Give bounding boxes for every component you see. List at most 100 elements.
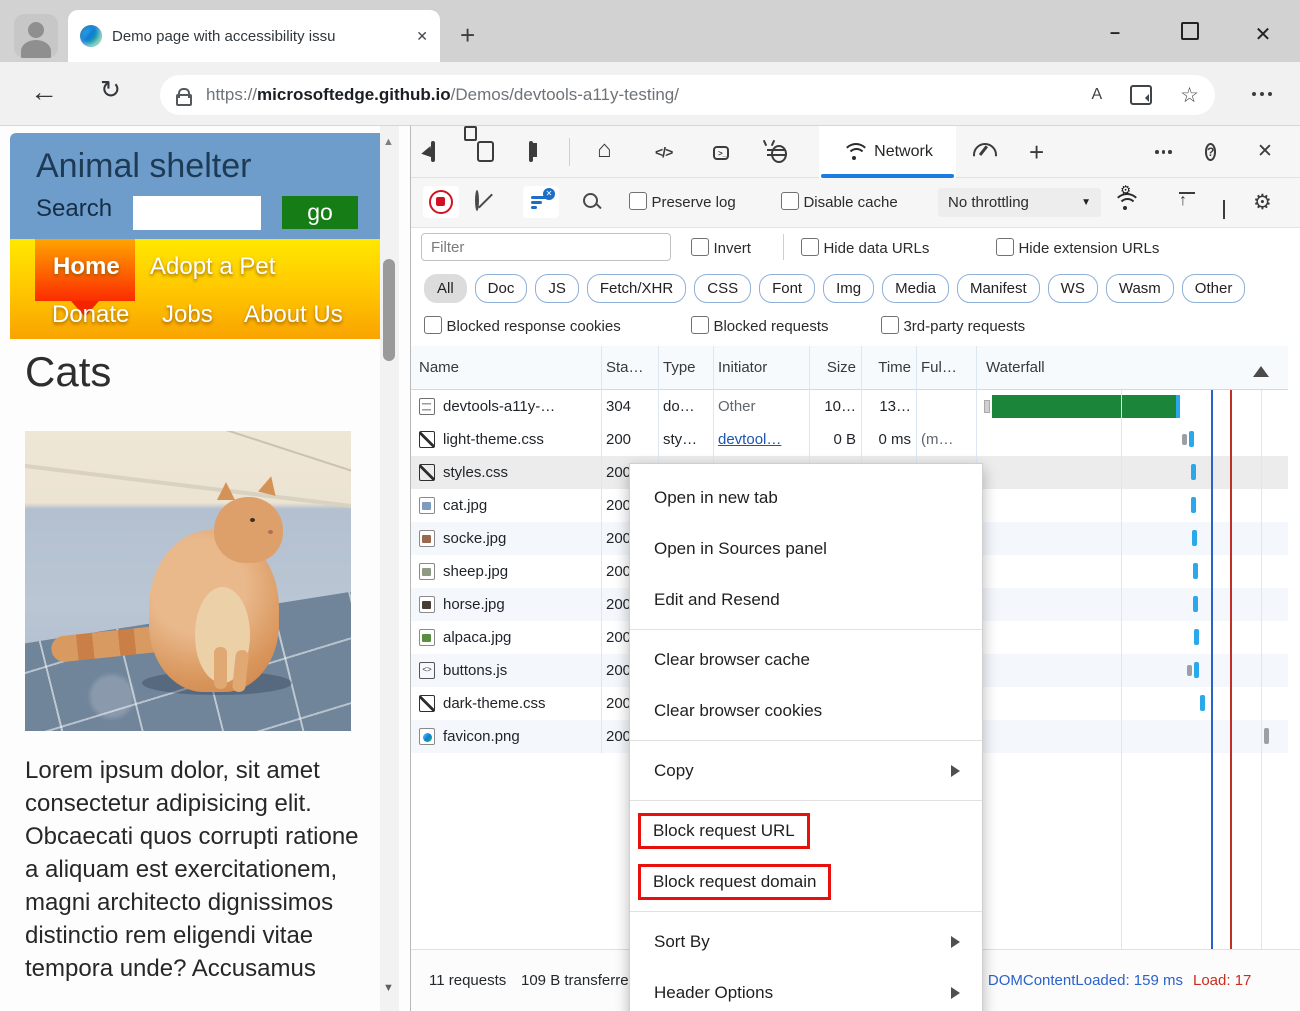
column-header-size[interactable]: Size <box>811 346 856 390</box>
cell-name: light-theme.css <box>443 423 597 456</box>
invert-checkbox[interactable]: Invert <box>691 238 751 258</box>
menu-item-open-in-sources-panel[interactable]: Open in Sources panel <box>630 523 982 574</box>
network-tab-label: Network <box>874 143 933 161</box>
more-tools-icon[interactable] <box>1155 150 1172 154</box>
column-header-waterfall[interactable]: Waterfall <box>986 346 1286 390</box>
search-input[interactable] <box>133 196 261 230</box>
menu-item-clear-browser-cookies[interactable]: Clear browser cookies <box>630 685 982 736</box>
initiator-link[interactable]: devtool… <box>718 431 781 448</box>
record-button[interactable] <box>423 186 459 218</box>
disable-cache-label: Disable cache <box>803 194 897 211</box>
settings-gear-icon[interactable]: ⚙ <box>1253 190 1272 215</box>
close-window-button[interactable]: ✕ <box>1248 22 1278 47</box>
table-row-devtools-a11y[interactable]: devtools-a11y-…304do…Other10…13… <box>411 390 1288 423</box>
menu-item-copy[interactable]: Copy <box>630 745 982 796</box>
scrollbar-thumb[interactable] <box>383 259 395 361</box>
filter-pill-font[interactable]: Font <box>759 274 815 303</box>
tab-close-icon[interactable]: ✕ <box>416 28 428 45</box>
export-har-icon[interactable] <box>1223 200 1225 218</box>
sort-ascending-icon[interactable] <box>1253 358 1269 377</box>
nav-link-donate[interactable]: Donate <box>52 301 129 329</box>
activity-bar-icon[interactable] <box>529 143 533 161</box>
tab-network[interactable]: Network <box>819 126 956 178</box>
back-button[interactable]: ← <box>30 76 58 108</box>
cell-name: favicon.png <box>443 720 597 753</box>
console-panel-icon[interactable]: >_ <box>713 143 729 161</box>
nav-link-about-us[interactable]: About Us <box>244 301 343 329</box>
filter-toggle-button[interactable]: ✕ <box>523 186 559 218</box>
read-aloud-icon[interactable]: A <box>1092 86 1103 104</box>
filter-pill-js[interactable]: JS <box>535 274 579 303</box>
menu-item-clear-browser-cache[interactable]: Clear browser cache <box>630 634 982 685</box>
disable-cache-checkbox[interactable]: Disable cache <box>781 192 898 212</box>
user-avatar[interactable] <box>14 14 58 58</box>
table-row-light-theme-css[interactable]: light-theme.css200sty…devtool…0 B0 ms(m… <box>411 423 1288 456</box>
filter-pill-media[interactable]: Media <box>882 274 949 303</box>
blocked-requests-checkbox[interactable]: Blocked requests <box>691 316 829 336</box>
filter-pill-img[interactable]: Img <box>823 274 874 303</box>
cell-name: buttons.js <box>443 654 597 687</box>
filter-pill-ws[interactable]: WS <box>1048 274 1098 303</box>
page-scrollbar[interactable]: ▲ ▼ <box>380 126 399 1011</box>
column-header-status[interactable]: Sta… <box>606 346 654 390</box>
filter-pill-css[interactable]: CSS <box>694 274 751 303</box>
table-header[interactable]: NameSta…TypeInitiatorSizeTimeFul… Waterfa… <box>411 346 1300 390</box>
filter-pill-all[interactable]: All <box>424 274 467 303</box>
menu-item-block-request-domain[interactable]: Block request domain <box>630 856 982 907</box>
throttling-select[interactable]: No throttling ▼ <box>938 188 1101 217</box>
3rd-party-requests-checkbox[interactable]: 3rd-party requests <box>881 316 1025 336</box>
document-file-icon <box>419 398 435 415</box>
filter-pill-fetch-xhr[interactable]: Fetch/XHR <box>587 274 686 303</box>
filter-input[interactable] <box>421 233 671 261</box>
browser-toolbar: ← ↻ https://microsoftedge.github.io/Demo… <box>0 62 1300 125</box>
nav-link-adopt-a-pet[interactable]: Adopt a Pet <box>150 253 275 281</box>
filter-pill-other[interactable]: Other <box>1182 274 1246 303</box>
column-header-time[interactable]: Time <box>866 346 911 390</box>
close-devtools-icon[interactable]: ✕ <box>1257 140 1273 163</box>
sources-panel-icon[interactable]: </> <box>655 144 672 160</box>
refresh-button[interactable]: ↻ <box>100 75 121 105</box>
hide-data-urls-checkbox[interactable]: Hide data URLs <box>801 238 929 258</box>
waterfall-bar <box>992 395 1176 418</box>
blocked-response-cookies-checkbox[interactable]: Blocked response cookies <box>424 316 621 336</box>
stylesheet-file-icon <box>419 464 435 481</box>
submenu-arrow-icon <box>951 765 966 777</box>
help-icon[interactable]: ? <box>1205 143 1216 161</box>
column-header-full[interactable]: Ful… <box>921 346 973 390</box>
add-panel-icon[interactable]: + <box>1029 137 1044 168</box>
menu-item-open-in-new-tab[interactable]: Open in new tab <box>630 472 982 523</box>
go-button[interactable]: go <box>282 196 358 229</box>
nav-item-home[interactable]: Home <box>35 239 135 301</box>
immersive-reader-icon[interactable] <box>1130 85 1152 105</box>
nav-link-jobs[interactable]: Jobs <box>162 301 213 329</box>
column-header-type[interactable]: Type <box>663 346 709 390</box>
image-file-icon <box>419 497 435 514</box>
minimize-button[interactable]: – <box>1100 22 1130 43</box>
browser-menu-icon[interactable] <box>1252 92 1272 96</box>
maximize-button[interactable] <box>1175 22 1205 45</box>
clear-icon[interactable] <box>475 192 479 210</box>
filter-pill-wasm[interactable]: Wasm <box>1106 274 1174 303</box>
hide-extension-urls-checkbox[interactable]: Hide extension URLs <box>996 238 1159 258</box>
home-panel-icon[interactable]: ⌂ <box>597 140 612 160</box>
column-header-name[interactable]: Name <box>419 346 597 390</box>
menu-item-edit-and-resend[interactable]: Edit and Resend <box>630 574 982 625</box>
nav-link-home[interactable]: Home <box>53 253 120 281</box>
scroll-up-icon[interactable]: ▲ <box>383 136 394 148</box>
scroll-down-icon[interactable]: ▼ <box>383 982 394 994</box>
inspect-tool-icon[interactable] <box>431 143 435 161</box>
filter-pill-manifest[interactable]: Manifest <box>957 274 1040 303</box>
menu-item-sort-by[interactable]: Sort By <box>630 916 982 967</box>
column-header-initiator[interactable]: Initiator <box>718 346 806 390</box>
address-bar[interactable]: https://microsoftedge.github.io/Demos/de… <box>160 75 1215 115</box>
cat-photo <box>25 431 351 731</box>
preserve-log-checkbox[interactable]: Preserve log <box>629 192 736 212</box>
favorites-star-icon[interactable]: ☆ <box>1180 83 1199 108</box>
filter-pill-doc[interactable]: Doc <box>475 274 528 303</box>
browser-tab[interactable]: Demo page with accessibility issu ✕ <box>68 10 440 62</box>
chevron-down-icon: ▼ <box>1081 197 1091 208</box>
menu-item-header-options[interactable]: Header Options <box>630 967 982 1011</box>
cell-initiator: devtool… <box>718 423 806 456</box>
new-tab-button[interactable]: + <box>460 24 475 46</box>
menu-item-block-request-url[interactable]: Block request URL <box>630 805 982 856</box>
